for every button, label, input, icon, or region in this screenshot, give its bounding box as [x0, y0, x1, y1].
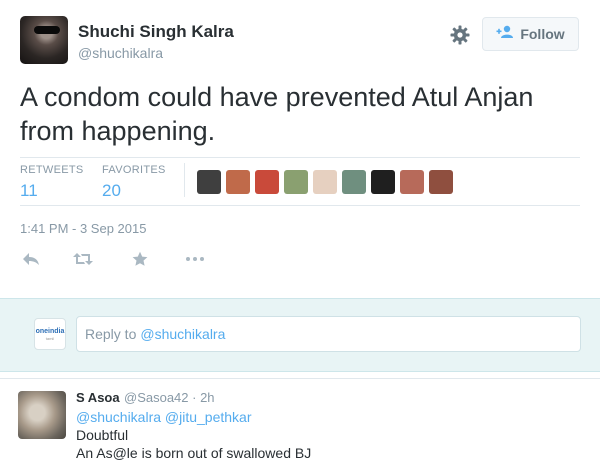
divider — [20, 205, 580, 206]
reply-text-line: Doubtful — [76, 427, 129, 443]
logo-text: oneindia — [35, 327, 65, 335]
reply-prompt: Reply to — [85, 326, 137, 342]
retweets-count[interactable]: 11 — [20, 181, 84, 201]
reply-input[interactable]: Reply to @shuchikalra — [76, 316, 581, 352]
reply-author-name[interactable]: S Asoa — [76, 390, 120, 405]
favoriter-avatar[interactable] — [429, 170, 453, 194]
tweet-text: A condom could have prevented Atul Anjan… — [20, 82, 534, 146]
reply-mentions[interactable]: @shuchikalra @jitu_pethkar — [76, 409, 252, 425]
author-fullname[interactable]: Shuchi Singh Kalra — [78, 22, 234, 42]
reply-icon[interactable] — [20, 248, 42, 270]
author-avatar[interactable] — [20, 16, 68, 64]
favorite-icon[interactable] — [129, 248, 151, 270]
gear-icon[interactable] — [449, 24, 471, 46]
reply-bar: oneindia tamil Reply to @shuchikalra — [0, 298, 600, 372]
reply-handle: @shuchikalra — [140, 326, 226, 342]
more-icon[interactable] — [184, 248, 206, 270]
favoriters-list — [197, 170, 453, 194]
reply-avatar[interactable] — [18, 391, 66, 439]
favorites-count[interactable]: 20 — [102, 181, 166, 201]
author-handle[interactable]: @shuchikalra — [78, 45, 163, 61]
divider — [20, 157, 580, 158]
reply-meta[interactable]: @Sasoa42 · 2h — [124, 390, 215, 405]
retweets-stat[interactable]: RETWEETS 11 — [20, 164, 84, 201]
follow-button[interactable]: Follow — [482, 17, 579, 51]
oneindia-logo: oneindia tamil — [34, 318, 66, 350]
favorites-stat[interactable]: FAVORITES 20 — [102, 164, 166, 201]
favorites-label: FAVORITES — [102, 164, 166, 176]
follow-label: Follow — [520, 26, 565, 42]
retweets-label: RETWEETS — [20, 164, 84, 176]
favoriter-avatar[interactable] — [371, 170, 395, 194]
tweet-timestamp[interactable]: 1:41 PM - 3 Sep 2015 — [20, 221, 146, 236]
favoriter-avatar[interactable] — [284, 170, 308, 194]
reply-tweet: S Asoa @Sasoa42 · 2h @shuchikalra @jitu_… — [0, 378, 600, 461]
divider — [184, 163, 185, 197]
favoriter-avatar[interactable] — [197, 170, 221, 194]
retweet-icon[interactable] — [72, 248, 94, 270]
favoriter-avatar[interactable] — [226, 170, 250, 194]
favoriter-avatar[interactable] — [313, 170, 337, 194]
favoriter-avatar[interactable] — [342, 170, 366, 194]
reply-text-line: An As@le is born out of swallowed BJ — [76, 445, 312, 461]
tweet: Shuchi Singh Kalra @shuchikalra Follow A… — [0, 0, 600, 298]
add-user-icon — [496, 25, 514, 44]
favoriter-avatar[interactable] — [400, 170, 424, 194]
favoriter-avatar[interactable] — [255, 170, 279, 194]
logo-subtext: tamil — [45, 335, 55, 341]
